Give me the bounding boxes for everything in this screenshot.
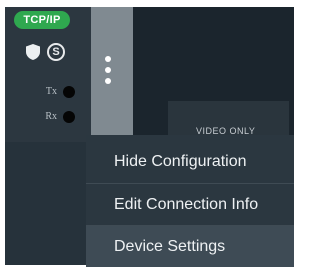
screenshot-frame: TCP/IP S Tx Rx VIDEO ONLY Hide Configura… — [0, 0, 294, 267]
context-menu: Hide Configuration Edit Connection Info … — [86, 135, 294, 267]
tx-label: Tx — [45, 86, 57, 97]
side-panel-lower — [5, 142, 91, 265]
rx-indicator — [63, 111, 75, 123]
rx-label: Rx — [45, 111, 57, 122]
tx-indicator — [63, 86, 75, 98]
secure-s-icon: S — [47, 43, 65, 61]
menu-item-hide-configuration[interactable]: Hide Configuration — [86, 141, 294, 182]
menu-item-device-settings[interactable]: Device Settings — [86, 226, 294, 267]
kebab-menu-icon[interactable] — [104, 56, 112, 84]
menu-item-edit-connection-info[interactable]: Edit Connection Info — [86, 184, 294, 225]
menu-button[interactable] — [91, 7, 133, 142]
protocol-badge: TCP/IP — [14, 11, 70, 29]
shield-icon — [26, 44, 40, 60]
